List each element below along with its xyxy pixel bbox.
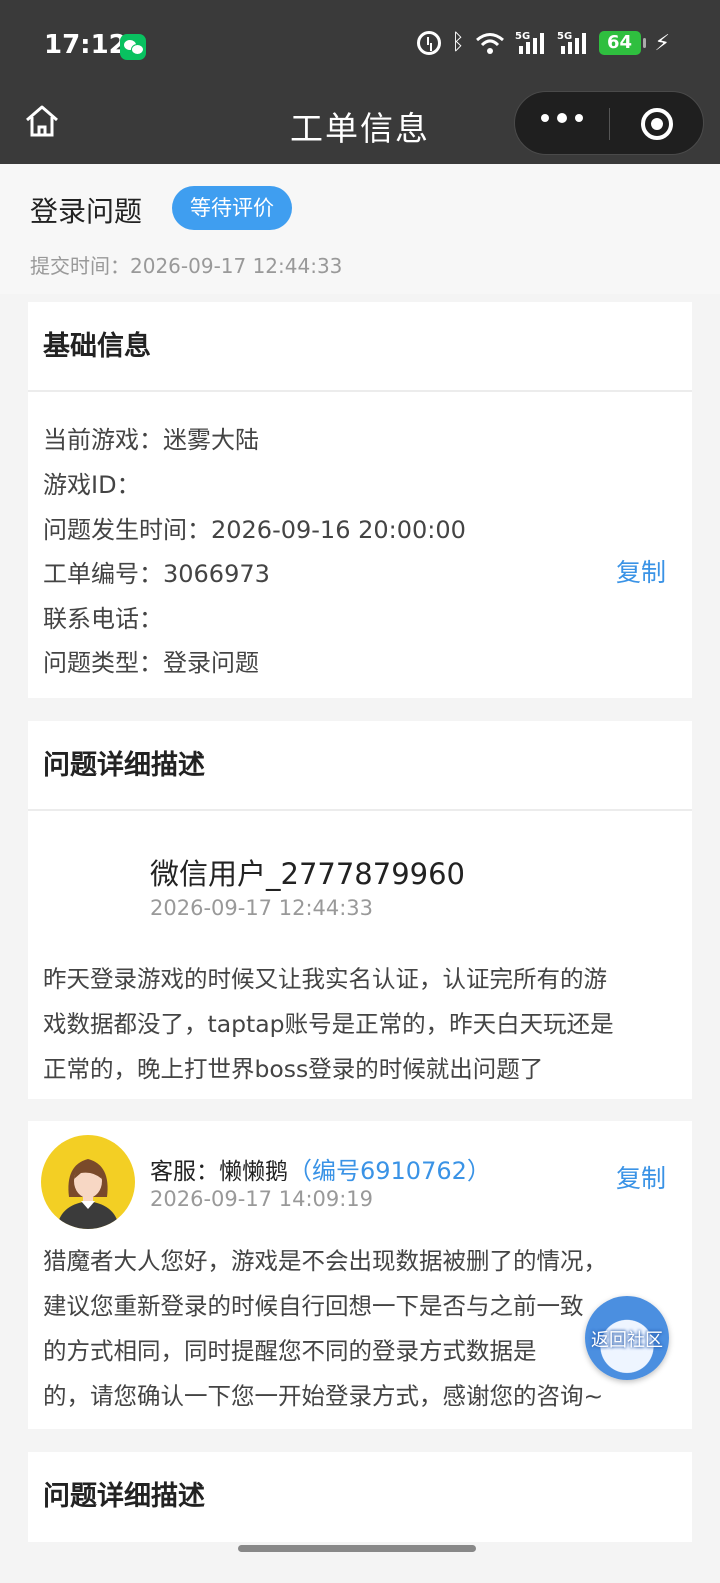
wechat-notification-icon xyxy=(120,34,146,60)
user-message-line: 正常的，晚上打世界boss登录的时候就出问题了 xyxy=(43,1055,544,1083)
return-community-label: 返回社区 xyxy=(591,1330,663,1351)
agent-id: （编号6910762） xyxy=(288,1157,491,1185)
signal-5g-icon-2: 5G xyxy=(557,31,586,54)
svg-text:5G: 5G xyxy=(515,31,530,42)
copy-ticket-number-button[interactable]: 复制 xyxy=(616,553,666,589)
home-indicator[interactable] xyxy=(238,1545,476,1552)
submit-time: 提交时间：2026-09-17 12:44:33 xyxy=(30,254,343,278)
agent-avatar xyxy=(41,1135,135,1229)
user-message-line: 昨天登录游戏的时候又让我实名认证，认证完所有的游 xyxy=(43,965,607,993)
agent-avatar-icon xyxy=(57,1159,119,1229)
info-issue-type: 问题类型：登录问题 xyxy=(43,649,259,677)
agent-label: 客服：懒懒鹅 xyxy=(150,1159,288,1185)
user-message-time: 2026-09-17 12:44:33 xyxy=(150,896,374,920)
agent-reply-line: 猎魔者大人您好，游戏是不会出现数据被删了的情况， xyxy=(43,1247,607,1275)
basic-info-card: 基础信息 当前游戏：迷雾大陆 游戏ID： 问题发生时间：2026-09-16 2… xyxy=(28,302,692,698)
charging-icon: ⚡ xyxy=(654,30,670,56)
status-badge: 等待评价 xyxy=(172,186,292,230)
more-icon[interactable] xyxy=(541,113,583,123)
info-phone: 联系电话： xyxy=(43,605,163,633)
wifi-icon xyxy=(475,33,504,54)
issue-detail-card: 问题详细描述 微信用户_2777879960 2026-09-17 12:44:… xyxy=(28,721,692,1099)
user-message-body: 昨天登录游戏的时候又让我实名认证，认证完所有的游 戏数据都没了，taptap账号… xyxy=(43,957,673,1092)
ticket-title: 登录问题 xyxy=(30,195,143,228)
battery-icon: 64 xyxy=(598,31,646,55)
agent-name: 客服：懒懒鹅（编号6910762） xyxy=(150,1151,491,1186)
nav-bar: 工单信息 xyxy=(0,91,720,164)
status-icons: ᛒ 5G 5G 64 ⚡ xyxy=(417,30,670,56)
info-ticket-number: 工单编号：3066973 xyxy=(43,560,270,588)
return-community-button[interactable]: 返回社区 xyxy=(585,1296,669,1380)
info-game-id: 游戏ID： xyxy=(43,471,141,499)
agent-reply-card: 客服：懒懒鹅（编号6910762） 复制 2026-09-17 14:09:19… xyxy=(28,1121,692,1429)
capsule-divider xyxy=(609,108,610,140)
close-miniprogram-icon[interactable] xyxy=(641,108,673,140)
mini-program-capsule[interactable] xyxy=(514,91,704,155)
agent-reply-line: 的，请您确认一下您一开始登录方式，感谢您的咨询~ xyxy=(43,1382,604,1410)
home-icon[interactable] xyxy=(24,104,60,138)
user-name: 微信用户_2777879960 xyxy=(150,857,466,891)
agent-reply-line: 的方式相同，同时提醒您不同的登录方式数据是 xyxy=(43,1337,537,1365)
agent-reply-time: 2026-09-17 14:09:19 xyxy=(150,1187,374,1211)
agent-reply-line: 建议您重新登录的时候自行回想一下是否与之前一致 xyxy=(43,1292,584,1320)
issue-detail-heading-2: 问题详细描述 xyxy=(43,1481,205,1512)
agent-reply-body: 猎魔者大人您好，游戏是不会出现数据被删了的情况， 建议您重新登录的时候自行回想一… xyxy=(43,1239,673,1419)
issue-detail-heading: 问题详细描述 xyxy=(28,721,692,811)
status-bar: 17:12 ᛒ 5G 5G 64 ⚡ xyxy=(0,0,720,92)
copy-agent-id-button[interactable]: 复制 xyxy=(616,1159,666,1195)
issue-detail-card-2: 问题详细描述 xyxy=(28,1452,692,1542)
user-message-line: 戏数据都没了，taptap账号是正常的，昨天白天玩还是 xyxy=(43,1010,614,1038)
signal-5g-icon: 5G xyxy=(515,31,544,54)
alarm-icon xyxy=(417,31,442,55)
info-occurred-time: 问题发生时间：2026-09-16 20:00:00 xyxy=(43,516,466,544)
status-time: 17:12 xyxy=(44,30,127,60)
info-current-game: 当前游戏：迷雾大陆 xyxy=(43,426,259,454)
basic-info-heading: 基础信息 xyxy=(28,302,692,392)
ticket-header: 登录问题 等待评价 提交时间：2026-09-17 12:44:33 xyxy=(0,164,720,294)
svg-text:5G: 5G xyxy=(557,31,572,42)
bluetooth-icon: ᛒ xyxy=(451,30,465,55)
